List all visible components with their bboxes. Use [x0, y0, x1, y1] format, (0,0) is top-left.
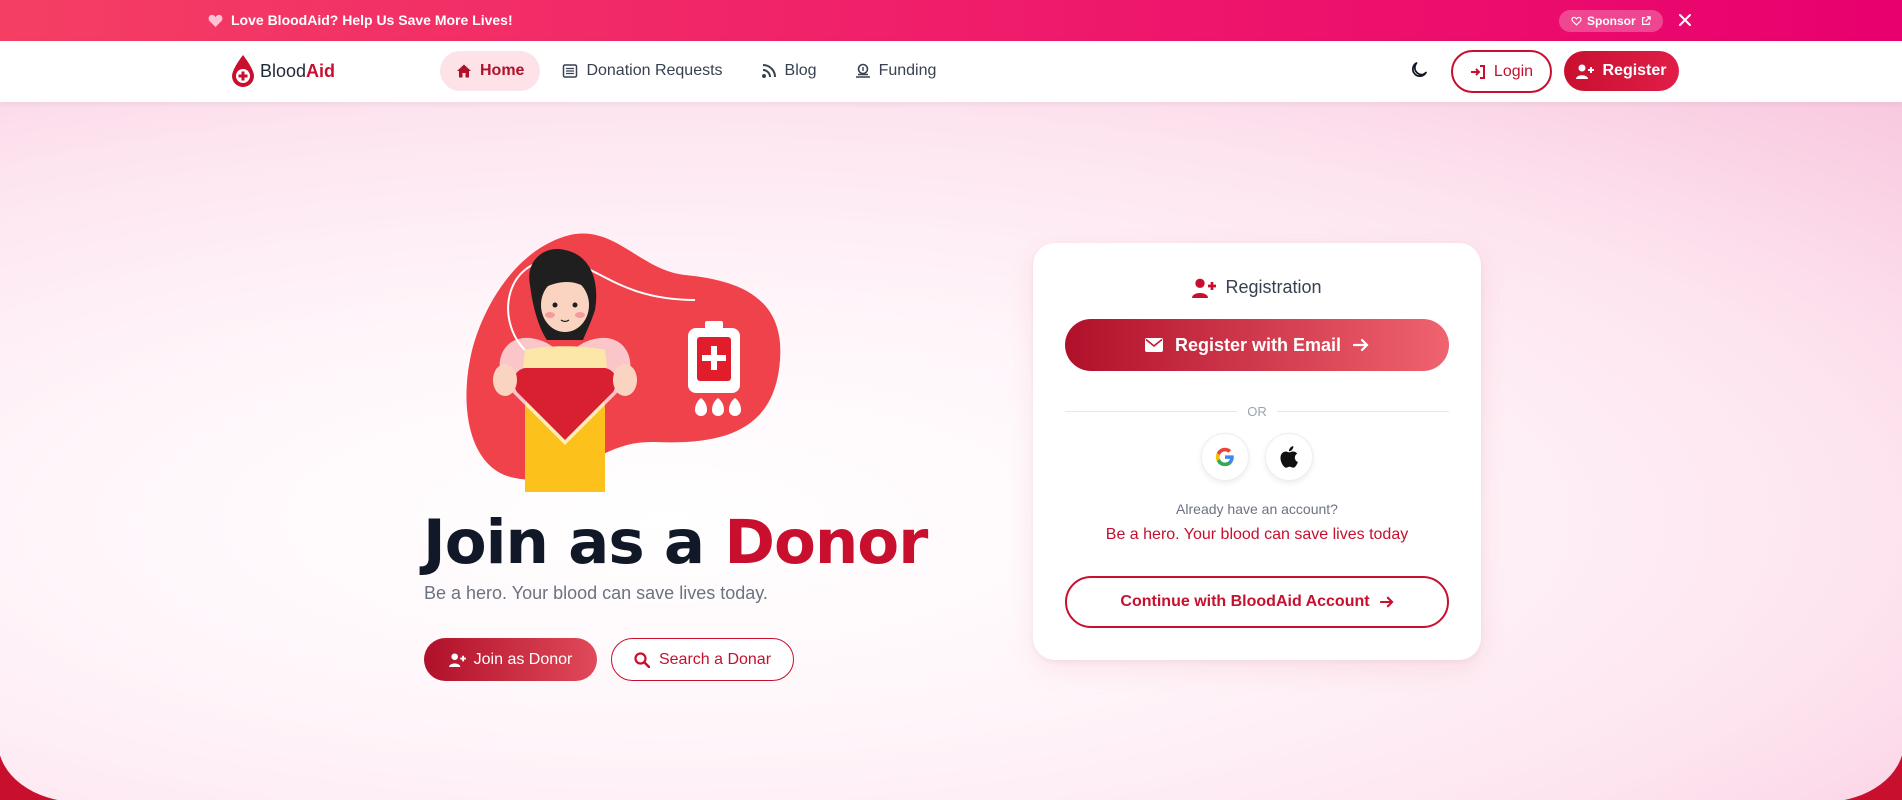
nav-item-label: Donation Requests: [586, 62, 723, 79]
blood-drop-logo-icon: [232, 55, 254, 87]
nav-item-home[interactable]: Home: [440, 51, 541, 91]
hero-subtitle: Be a hero. Your blood can save lives tod…: [424, 583, 768, 603]
heart-icon: [208, 14, 223, 27]
google-login-button[interactable]: [1201, 433, 1249, 481]
donor-illustration: [466, 233, 781, 492]
nav-links: Home Donation Requests Blog Funding: [440, 51, 952, 91]
sign-in-icon: [1470, 64, 1485, 79]
logo[interactable]: BloodAid: [231, 54, 335, 88]
nav-item-donation-requests[interactable]: Donation Requests: [546, 51, 738, 91]
or-divider: OR: [1065, 401, 1449, 421]
continue-with-bloodaid-button[interactable]: Continue with BloodAid Account: [1065, 576, 1449, 628]
home-icon: [457, 64, 471, 78]
social-login-row: [1033, 433, 1481, 481]
envelope-icon: [1144, 338, 1163, 352]
have-account-text: Already have an account?: [1176, 501, 1338, 517]
announcement-text: Love BloodAid? Help Us Save More Lives!: [231, 12, 513, 28]
moon-icon[interactable]: [1409, 60, 1429, 80]
register-button[interactable]: Register: [1564, 51, 1679, 91]
logo-text: BloodAid: [260, 60, 336, 81]
donate-icon: [855, 63, 870, 78]
registration-heading: Registration: [1033, 277, 1481, 298]
hero-title: Join as a Donor: [423, 507, 928, 578]
apple-icon: [1280, 446, 1298, 468]
rss-icon: [761, 64, 776, 78]
hero-tagline-link[interactable]: Be a hero. Your blood can save lives tod…: [1033, 526, 1481, 544]
continue-label: Continue with BloodAid Account: [1120, 593, 1370, 610]
register-with-email-button[interactable]: Register with Email: [1065, 319, 1449, 371]
search-donor-button[interactable]: Search a Donar: [611, 638, 794, 681]
close-icon[interactable]: [1676, 11, 1694, 29]
join-as-donor-label: Join as Donor: [473, 650, 573, 668]
divider-line: [1276, 410, 1449, 412]
corner-decoration: [1844, 755, 1902, 800]
sponsor-button[interactable]: Sponsor: [1559, 10, 1663, 32]
hero-section: [0, 102, 1902, 800]
login-label: Login: [1493, 62, 1534, 80]
login-button[interactable]: Login: [1451, 50, 1552, 93]
registration-card: Registration Register with Email OR Alre…: [1033, 243, 1481, 660]
nav-item-blog[interactable]: Blog: [745, 51, 833, 91]
user-plus-icon: [448, 652, 466, 667]
registration-heading-label: Registration: [1225, 277, 1322, 297]
join-as-donor-button[interactable]: Join as Donor: [424, 638, 597, 681]
user-plus-icon: [1192, 278, 1217, 298]
sponsor-label: Sponsor: [1587, 14, 1636, 28]
corner-decoration: [0, 755, 58, 800]
apple-login-button[interactable]: [1265, 433, 1313, 481]
arrow-right-icon: [1379, 596, 1394, 608]
list-icon: [563, 64, 578, 78]
arrow-right-icon: [1353, 338, 1369, 352]
heart-outline-icon: [1571, 16, 1582, 26]
nav-item-funding[interactable]: Funding: [839, 51, 953, 91]
or-text: OR: [1247, 403, 1267, 419]
announcement-bar: Love BloodAid? Help Us Save More Lives! …: [0, 0, 1902, 41]
nav-item-label: Blog: [784, 62, 817, 79]
divider-line: [1065, 410, 1238, 412]
nav-item-label: Home: [480, 62, 525, 79]
search-donor-label: Search a Donar: [658, 650, 772, 668]
register-label: Register: [1602, 62, 1667, 79]
navbar: BloodAid Home Donation Requests Blog Fun…: [0, 41, 1902, 102]
user-plus-icon: [1576, 64, 1595, 79]
search-icon: [634, 651, 650, 668]
external-link-icon: [1641, 16, 1651, 25]
announcement-message: Love BloodAid? Help Us Save More Lives!: [208, 12, 513, 28]
google-icon: [1215, 447, 1234, 467]
register-with-email-label: Register with Email: [1174, 334, 1342, 355]
nav-item-label: Funding: [878, 62, 937, 79]
